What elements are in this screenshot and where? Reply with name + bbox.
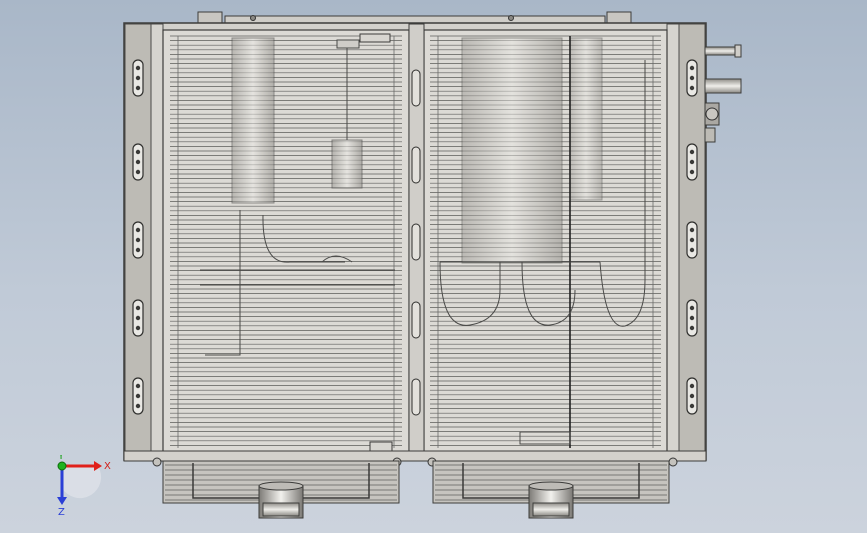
divider-slot	[411, 146, 421, 184]
slot-hole	[135, 383, 141, 389]
z-axis-label: Z	[58, 507, 65, 515]
slot-hole	[689, 227, 695, 233]
slot-hole	[135, 169, 141, 175]
motor-drum-band	[262, 502, 300, 517]
slot-hole	[135, 403, 141, 409]
slot-hole	[689, 65, 695, 71]
slot-hole	[689, 169, 695, 175]
motor-drum-top	[258, 481, 304, 491]
left-top-tab	[359, 33, 391, 43]
top-rail	[197, 11, 632, 25]
slot-hole	[689, 149, 695, 155]
slot-hole	[689, 393, 695, 399]
slot-hole	[689, 237, 695, 243]
bolt	[152, 457, 162, 467]
orientation-triad[interactable]: X Y Z	[48, 455, 118, 515]
slot-hole	[689, 85, 695, 91]
slot-hole	[135, 305, 141, 311]
slot-hole	[135, 325, 141, 331]
slot-hole	[135, 159, 141, 165]
z-axis-head	[57, 497, 67, 505]
slot-hole	[135, 247, 141, 253]
x-axis-label: X	[104, 461, 111, 472]
divider-slot	[411, 378, 421, 416]
right-side-panel	[666, 23, 706, 461]
left-side-panel	[124, 23, 164, 461]
cad-viewport[interactable]: X Y Z	[0, 0, 867, 533]
divider-slot	[411, 223, 421, 261]
divider-slot	[411, 69, 421, 107]
slot-hole	[689, 325, 695, 331]
slot-hole	[689, 247, 695, 253]
left-fan-unit	[162, 460, 400, 519]
pipe-connections	[704, 44, 742, 143]
motor-drum-top	[528, 481, 574, 491]
slot-hole	[135, 315, 141, 321]
y-axis-label: Y	[57, 455, 65, 462]
slot-hole	[135, 237, 141, 243]
slot-hole	[135, 65, 141, 71]
slot-hole	[135, 393, 141, 399]
slot-hole	[689, 75, 695, 81]
slot-hole	[135, 227, 141, 233]
divider-slot	[411, 301, 421, 339]
slot-hole	[135, 75, 141, 81]
slot-hole	[135, 149, 141, 155]
slot-hole	[689, 159, 695, 165]
slot-hole	[689, 305, 695, 311]
slot-hole	[689, 403, 695, 409]
bolt	[668, 457, 678, 467]
slot-hole	[689, 315, 695, 321]
right-fan-unit	[432, 460, 670, 519]
bottom-rail	[123, 450, 707, 462]
y-axis-point	[57, 461, 67, 471]
heat-exchanger-model[interactable]	[0, 0, 867, 533]
triad-backdrop	[62, 466, 102, 499]
slot-hole	[135, 85, 141, 91]
motor-drum-band	[532, 502, 570, 517]
slot-hole	[689, 383, 695, 389]
